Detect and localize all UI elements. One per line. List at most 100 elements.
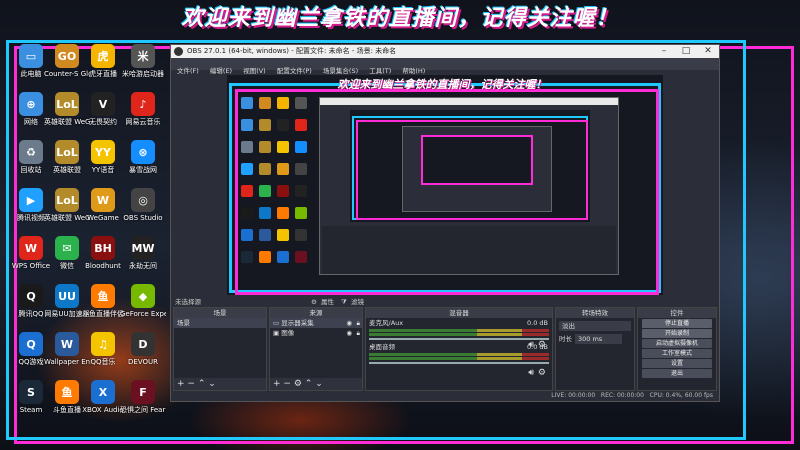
mixer-channel-desktop: 桌面音频 0.0 dB — [369, 343, 548, 351]
preview-desktop-icons — [241, 97, 315, 275]
app-icon: LoL — [55, 188, 79, 212]
obs-window: OBS 27.0.1 (64-bit, windows) - 配置文件: 未命名… — [170, 44, 720, 402]
preview-app-icon — [241, 251, 253, 263]
gear-icon[interactable]: ⚙ — [294, 379, 302, 389]
app-icon: YY — [91, 140, 115, 164]
stream-banner: 欢迎来到幽兰拿铁的直播间，记得关注喔！ — [181, 6, 619, 31]
move-up-icon[interactable]: ⌃ — [198, 379, 206, 389]
preview-app-icon — [259, 207, 271, 219]
desktop-icon[interactable]: ◆ GeForce Experience — [120, 284, 166, 318]
preview-app-icon — [241, 207, 253, 219]
desktop-icon[interactable]: D DEVOUR — [120, 332, 166, 366]
obs-window-title: OBS 27.0.1 (64-bit, windows) - 配置文件: 未命名… — [187, 47, 397, 55]
no-source-label: 未选择源 — [175, 298, 201, 306]
app-icon: ◆ — [131, 284, 155, 308]
preview-app-icon — [241, 141, 253, 153]
cpu-fps: CPU: 0.4%, 60.00 fps — [649, 392, 713, 399]
maximize-icon[interactable]: □ — [675, 45, 697, 58]
preview-app-icon — [259, 163, 271, 175]
preview-app-icon — [277, 207, 289, 219]
gear-icon[interactable]: ⚙ — [311, 297, 317, 307]
app-icon: 米 — [131, 44, 155, 68]
live-timer: LIVE: 00:00:00 — [551, 392, 596, 399]
mixer-header: 混音器 — [366, 308, 552, 318]
lock-icon[interactable]: 🔒︎ — [357, 328, 360, 338]
studio-mode-button[interactable]: 工作室模式 — [642, 349, 712, 358]
mixer-channel-mic: 麦克风/Aux 0.0 dB — [369, 319, 548, 327]
close-icon[interactable]: ✕ — [697, 45, 719, 58]
remove-icon[interactable]: − — [187, 379, 195, 389]
start-virtual-camera-button[interactable]: 启动虚拟摄像机 — [642, 339, 712, 348]
filters-button[interactable]: 滤镜 — [351, 297, 364, 307]
remove-icon[interactable]: − — [283, 379, 291, 389]
preview-app-icon — [259, 251, 271, 263]
speaker-icon[interactable]: 🔊︎ — [528, 340, 534, 350]
scenes-dock: 场景 场景 + − ⌃ ⌄ — [173, 307, 267, 391]
desktop-icon[interactable]: 米米哈游启动器 — [120, 44, 166, 78]
move-down-icon[interactable]: ⌄ — [315, 379, 323, 389]
desktop-icon[interactable]: MW 永劫无间 — [120, 236, 166, 270]
app-icon: ▭ — [19, 44, 43, 68]
monitor-icon: ▭ — [273, 319, 282, 327]
preview-app-icon — [295, 141, 307, 153]
source-item-display-capture[interactable]: ▭ 显示器采集 ◉ 🔒︎ — [270, 318, 362, 328]
preview-app-icon — [241, 185, 253, 197]
eye-icon[interactable]: ◉ — [346, 318, 352, 328]
app-icon: GO — [55, 44, 79, 68]
start-recording-button[interactable]: 开始录制 — [642, 329, 712, 338]
minimize-icon[interactable]: – — [653, 45, 675, 58]
transitions-dock: 转场特效 淡出 时长 300 ms — [555, 307, 635, 391]
source-item-image[interactable]: ▣ 图像 ◉ 🔒︎ — [270, 328, 362, 338]
properties-button[interactable]: 属性 — [321, 297, 334, 307]
preview-titlebar — [320, 98, 618, 105]
mic-volume-slider[interactable] — [369, 338, 549, 340]
duration-row: 时长 300 ms — [559, 334, 631, 344]
gear-icon[interactable]: ⚙ — [538, 340, 546, 350]
sources-toolbar: + − ⚙ ⌃ ⌄ — [270, 378, 362, 390]
desktop-icon-label: 暴雪战网 — [129, 166, 157, 174]
desktop-icon-label: DEVOUR — [128, 358, 158, 366]
move-down-icon[interactable]: ⌄ — [208, 379, 216, 389]
gear-icon[interactable]: ⚙ — [538, 368, 546, 378]
preview-app-icon — [295, 207, 307, 219]
app-icon: 鱼 — [91, 284, 115, 308]
app-icon: S — [19, 380, 43, 404]
app-icon: ▶ — [19, 188, 43, 212]
desktop-icon[interactable]: ⊛ 暴雪战网 — [120, 140, 166, 174]
audio-mixer-dock: 混音器 麦克风/Aux 0.0 dB 桌面音频 0.0 dB 🔊︎ ⚙ 🔊︎ ⚙ — [365, 307, 553, 391]
lock-icon[interactable]: 🔒︎ — [357, 318, 360, 328]
desktop-icon[interactable]: ♪ 网易云音乐 — [120, 92, 166, 126]
preview-app-icon — [259, 141, 271, 153]
settings-button[interactable]: 设置 — [642, 359, 712, 368]
app-icon: Q — [19, 332, 43, 356]
preview-app-icon — [277, 141, 289, 153]
desktop-icon[interactable]: F 恐惧之间 Fear sur... — [120, 380, 166, 414]
duration-input[interactable]: 300 ms — [575, 334, 622, 344]
stop-streaming-button[interactable]: 停止直播 — [642, 319, 712, 328]
sources-header: 来源 — [270, 308, 362, 318]
desktop-icon[interactable]: ◎ OBS Studio — [120, 188, 166, 222]
scene-item[interactable]: 场景 — [174, 318, 266, 328]
scenes-header: 场景 — [174, 308, 266, 318]
transition-select[interactable]: 淡出 — [559, 321, 631, 331]
filter-icon[interactable]: ⧩ — [341, 297, 347, 307]
obs-preview-canvas[interactable]: 欢迎来到幽兰拿铁的直播间，记得关注喔！ — [227, 75, 663, 295]
menu-file[interactable]: 文件(F) — [177, 65, 199, 77]
transitions-header: 转场特效 — [556, 308, 634, 318]
preview-app-icon — [277, 119, 289, 131]
desktop-icon-label: 永劫无间 — [129, 262, 157, 270]
preview-app-icon — [241, 119, 253, 131]
move-up-icon[interactable]: ⌃ — [305, 379, 313, 389]
preview-app-icon — [277, 229, 289, 241]
exit-button[interactable]: 退出 — [642, 369, 712, 378]
add-icon[interactable]: + — [273, 379, 281, 389]
eye-icon[interactable]: ◉ — [346, 328, 352, 338]
desktop-volume-slider[interactable] — [369, 362, 549, 364]
nested-obs-window — [402, 126, 552, 212]
preview-app-icon — [241, 229, 253, 241]
scenes-toolbar: + − ⌃ ⌄ — [174, 378, 266, 390]
app-icon: MW — [131, 236, 155, 260]
add-icon[interactable]: + — [177, 379, 185, 389]
app-icon: ⊕ — [19, 92, 43, 116]
speaker-icon[interactable]: 🔊︎ — [528, 368, 534, 378]
